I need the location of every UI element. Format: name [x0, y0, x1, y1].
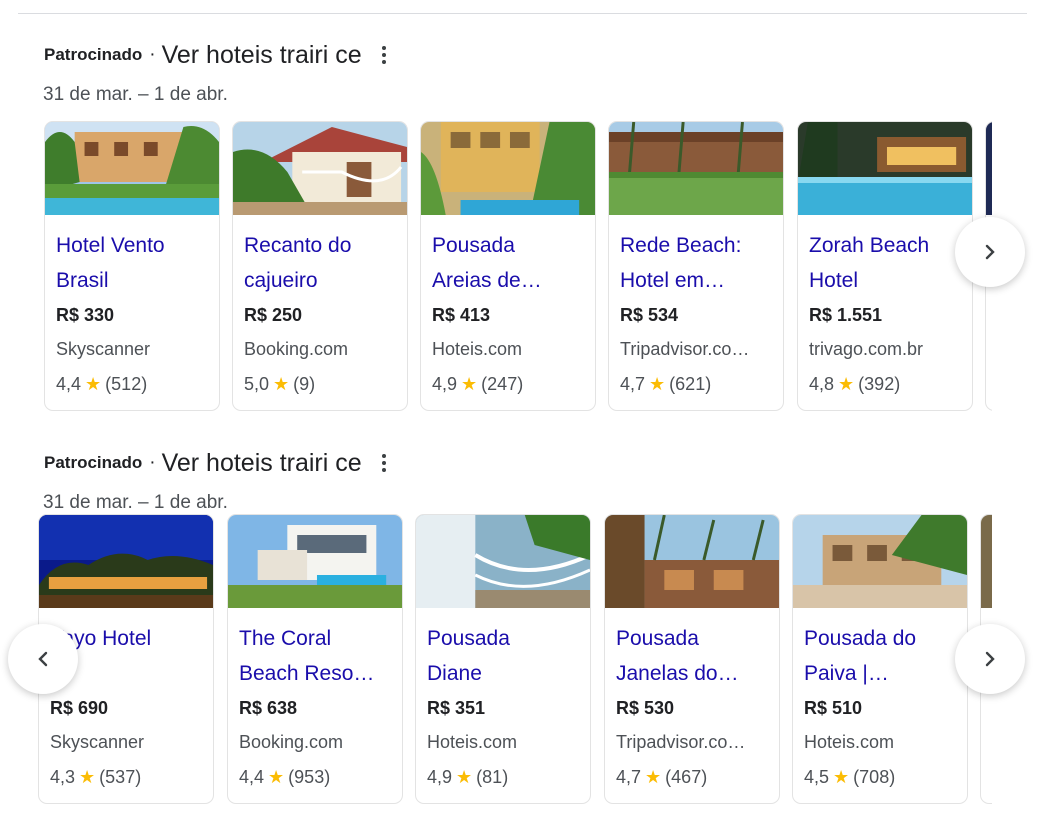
hotel-price: R$ 534 [620, 305, 679, 325]
carousel-next-button[interactable] [955, 217, 1025, 287]
booking-source: trivago.com.br [809, 339, 924, 359]
star-icon: ★ [456, 767, 473, 787]
hotel-card[interactable]: Pousada Areias de… R$ 413 Hoteis.com 4,9… [420, 121, 596, 411]
carousel-prev-button[interactable] [8, 624, 78, 694]
star-icon: ★ [461, 374, 478, 394]
star-icon: ★ [268, 767, 285, 787]
star-icon: ★ [649, 374, 666, 394]
hotel-card[interactable]: Recanto do cajueiro R$ 250 Booking.com 5… [232, 121, 408, 411]
hotel-price: R$ 638 [239, 698, 298, 718]
date-range: 31 de mar. – 1 de abr. [43, 84, 228, 105]
hotel-name-link[interactable]: Zorah Beach Hotel [809, 228, 969, 298]
hotel-photo [233, 122, 407, 215]
hotel-price: R$ 351 [427, 698, 486, 718]
hotel-photo [793, 515, 967, 608]
chevron-right-icon [985, 244, 995, 260]
hotel-name-link[interactable]: Pousada Areias de… [432, 228, 592, 298]
booking-source: Hoteis.com [427, 732, 518, 752]
booking-source: Booking.com [244, 339, 349, 359]
hotel-price: R$ 250 [244, 305, 303, 325]
hotel-rating: 4,4 ★ (953) [239, 767, 331, 787]
hotel-name-link[interactable]: Pousada Diane [427, 621, 587, 691]
star-icon: ★ [838, 374, 855, 394]
hotel-card[interactable]: Pousada Diane R$ 351 Hoteis.com 4,9 ★ (81) [415, 514, 591, 804]
hotel-rating: 4,7 ★ (467) [616, 767, 708, 787]
hotel-card[interactable]: Rede Beach: Hotel em… R$ 534 Tripadvisor… [608, 121, 784, 411]
ad-query-title[interactable]: Ver hoteis trairi ce [162, 41, 362, 70]
hotel-price: R$ 690 [50, 698, 109, 718]
hotel-name-link[interactable]: Recanto do cajueiro [244, 228, 404, 298]
hotel-name-link[interactable]: Rede Beach: Hotel em… [620, 228, 780, 298]
hotel-ad-section-1: Patrocinado · Ver hoteis trairi ce 31 de… [0, 16, 1041, 416]
hotel-photo [45, 122, 219, 215]
star-icon: ★ [273, 374, 290, 394]
booking-source: Tripadvisor.co… [620, 339, 750, 359]
ad-header: Patrocinado · Ver hoteis trairi ce [44, 38, 387, 72]
booking-source: Booking.com [239, 732, 344, 752]
hotel-photo [609, 122, 783, 215]
three-dots-vertical-icon[interactable] [381, 45, 387, 65]
hotel-photo [986, 122, 992, 215]
carousel-next-button[interactable] [955, 624, 1025, 694]
hotel-card[interactable]: Pousada Janelas do… R$ 530 Tripadvisor.c… [604, 514, 780, 804]
booking-source: Tripadvisor.co… [616, 732, 746, 752]
hotel-rating: 4,9 ★ (81) [427, 767, 509, 787]
hotel-photo [798, 122, 972, 215]
hotel-card[interactable]: The Coral Beach Reso… R$ 638 Booking.com… [227, 514, 403, 804]
star-icon: ★ [85, 374, 102, 394]
hotel-card[interactable]: Hotel Vento Brasil R$ 330 Skyscanner 4,4… [44, 121, 220, 411]
hotel-price: R$ 330 [56, 305, 115, 325]
ad-query-title[interactable]: Ver hoteis trairi ce [162, 449, 362, 478]
hotel-rating: 4,7 ★ (621) [620, 374, 712, 394]
sponsored-label: Patrocinado [44, 45, 143, 64]
top-divider [18, 13, 1027, 14]
star-icon: ★ [79, 767, 96, 787]
star-icon: ★ [833, 767, 850, 787]
hotel-card[interactable]: Zorah Beach Hotel R$ 1.551 trivago.com.b… [797, 121, 973, 411]
booking-source: Hoteis.com [432, 339, 523, 359]
hotel-rating: 5,0 ★ (9) [244, 374, 316, 394]
hotel-photo [981, 515, 992, 608]
hotel-price: R$ 510 [804, 698, 863, 718]
hotel-photo [228, 515, 402, 608]
hotel-card[interactable]: Pousada do Paiva |… R$ 510 Hoteis.com 4,… [792, 514, 968, 804]
hotel-photo [39, 515, 213, 608]
hotel-photo [605, 515, 779, 608]
hotel-carousel: Vayo Hotel R$ 690 Skyscanner 4,3★(537) [18, 514, 992, 809]
hotel-ad-section-2: Patrocinado · Ver hoteis trairi ce 31 de… [0, 424, 1041, 824]
three-dots-vertical-icon[interactable] [381, 453, 387, 473]
separator-dot: · [149, 44, 156, 65]
hotel-rating: 4,8 ★ (392) [809, 374, 901, 394]
date-range: 31 de mar. – 1 de abr. [43, 492, 228, 513]
hotel-price: R$ 530 [616, 698, 675, 718]
hotel-photo [416, 515, 590, 608]
hotel-name-link[interactable]: Pousada Janelas do… [616, 621, 776, 691]
hotel-photo [421, 122, 595, 215]
hotel-carousel: Hotel Vento Brasil R$ 330 Skyscanner 4,4… [0, 121, 992, 416]
hotel-price: R$ 1.551 [809, 305, 883, 325]
hotel-rating: 4,9 ★ (247) [432, 374, 524, 394]
separator-dot: · [149, 452, 156, 473]
hotel-name-link[interactable]: The Coral Beach Reso… [239, 621, 399, 691]
hotel-rating: 4,5 ★ (708) [804, 767, 896, 787]
hotel-rating: 4,4 ★ (512) [56, 374, 148, 394]
hotel-price: R$ 413 [432, 305, 491, 325]
booking-source: Skyscanner [56, 339, 151, 359]
booking-source: Skyscanner [50, 732, 145, 752]
hotel-name-link[interactable]: Hotel Vento Brasil [56, 228, 216, 298]
ad-header: Patrocinado · Ver hoteis trairi ce [44, 446, 387, 480]
hotel-name-link[interactable]: Pousada do Paiva |… [804, 621, 964, 691]
chevron-right-icon [985, 651, 995, 667]
star-icon: ★ [645, 767, 662, 787]
sponsored-label: Patrocinado [44, 453, 143, 472]
booking-source: Hoteis.com [804, 732, 895, 752]
chevron-left-icon [38, 651, 48, 667]
hotel-rating: 4,3 ★ (537) [50, 767, 142, 787]
